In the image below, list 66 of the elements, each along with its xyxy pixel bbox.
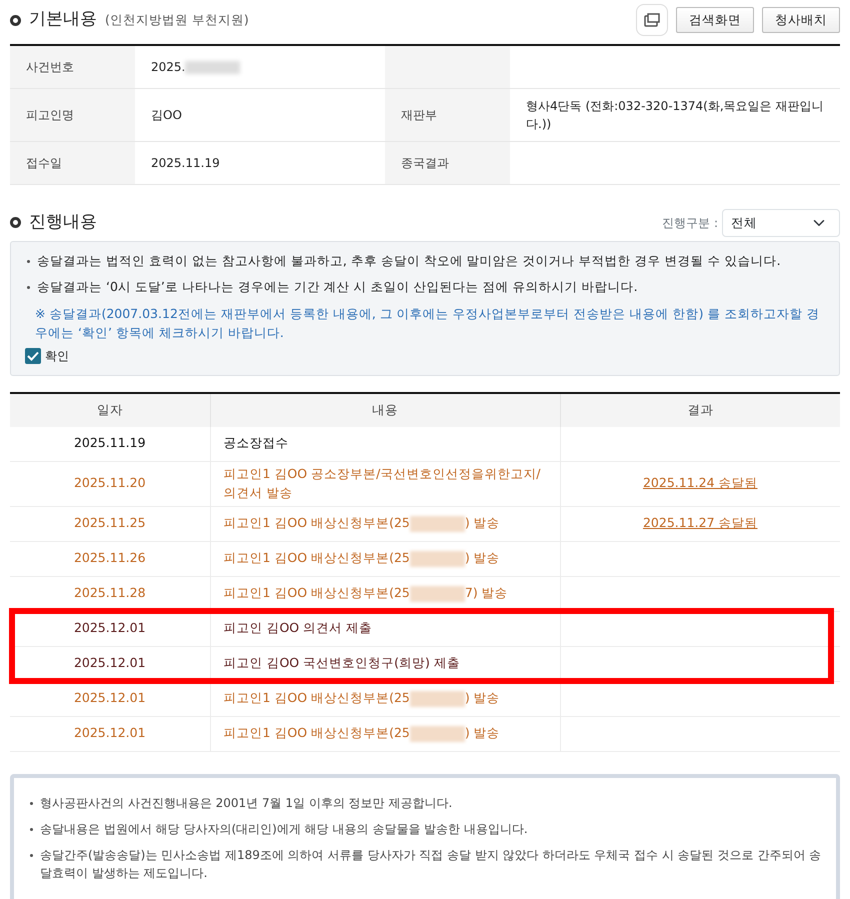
toolbar-button[interactable]: 청사배치 xyxy=(762,6,840,34)
field-label: 재판부 xyxy=(401,108,437,122)
filter-label: 진행구분 : xyxy=(662,214,718,232)
footnote-text: 송달내용은 법원에서 해당 당사자의(대리인)에게 해당 내용의 송달물을 발송한 내용입니다. xyxy=(40,822,528,836)
field-label: 접수일 xyxy=(26,156,62,170)
content-text: ) 발송 xyxy=(464,550,500,566)
content-text: 피고인1 김OO 배상신청부본(25 xyxy=(224,725,410,740)
content-text: ) 발송 xyxy=(464,690,500,706)
bullet-icon xyxy=(30,854,33,857)
checkbox-label: 확인 xyxy=(45,348,69,364)
confirm-checkbox[interactable] xyxy=(25,348,41,364)
notice-text: 송달결과는 ‘0시 도달’로 나타나는 경우에는 기간 계산 시 초일이 산입된다는 점에 유의하시기 바랍니다. xyxy=(37,279,638,294)
column-header: 일자 xyxy=(10,392,210,426)
result-link[interactable]: 2025.11.24 송달됨 xyxy=(642,475,758,490)
notice-text: 송달결과는 법적인 효력이 없는 참고사항에 불과하고, 추후 송달이 착오에 말미암은 것이거나 부적법한 경우 변경될 수 있습니다. xyxy=(37,253,781,268)
bullet-icon xyxy=(30,828,33,831)
date-text: 2025.12.01 xyxy=(74,690,146,706)
redaction xyxy=(410,586,465,602)
content-text: ) 발송 xyxy=(464,725,500,740)
redaction xyxy=(410,550,465,567)
content-text: 피고인1 김OO 공소장부본/국선변호인선정을위한고지/의견서 발송 xyxy=(224,466,541,500)
print-icon xyxy=(644,13,660,27)
footnote-text: 송달간주(발송송달)는 민사소송법 제189조에 의하여 서류를 당사자가 직접 송달 받지 않았다 하더라도 우체국 접수 시 송달된 것으로 간주되어 송달효력이 발생하는 제도입니다. xyxy=(40,848,822,880)
toolbar-button[interactable]: 검색화면 xyxy=(676,6,754,34)
print-button[interactable] xyxy=(636,4,668,36)
bullet-icon xyxy=(27,286,30,290)
date-text: 2025.11.25 xyxy=(74,515,146,530)
column-header: 내용 xyxy=(210,392,560,426)
redaction xyxy=(410,690,465,707)
redaction xyxy=(410,726,465,742)
field-label: 종국결과 xyxy=(401,156,449,170)
field-label: 피고인명 xyxy=(26,108,74,122)
content-text: ) 발송 xyxy=(464,515,500,530)
column-header: 결과 xyxy=(560,392,840,426)
bullet-icon xyxy=(10,14,21,26)
content-text: 피고인1 김OO 배상신청부본(25 xyxy=(224,550,410,566)
date-text: 2025.11.19 xyxy=(74,435,146,450)
date-text: 2025.11.20 xyxy=(74,475,146,490)
footnote-text: 형사공판사건의 사건진행내용은 2001년 7월 1일 이후의 정보만 제공합니다. xyxy=(40,796,452,810)
court-name: (인천지방법원 부천지원) xyxy=(105,10,249,29)
field-value: 형사4단독 (전화:032-320-1374(화,목요일은 재판입니다.)) xyxy=(526,98,824,130)
content-text: 피고인 김OO 국선변호인청구(희망) 제출 xyxy=(224,655,460,670)
section-title: 기본내용 xyxy=(29,8,97,32)
date-text: 2025.12.01 xyxy=(74,655,146,670)
field-label: 사건번호 xyxy=(26,60,74,74)
result-link[interactable]: 2025.11.27 송달됨 xyxy=(642,515,758,530)
content-text: 피고인 김OO 의견서 제출 xyxy=(224,620,372,636)
date-text: 2025.11.28 xyxy=(74,585,146,600)
filter-select[interactable]: 전체 xyxy=(722,208,840,238)
date-text: 2025.12.01 xyxy=(74,725,146,740)
field-value: 김OO xyxy=(151,108,182,122)
info-text: ※ 송달결과(2007.03.12전에는 재판부에서 등록한 내용에, 그 이후에는 우정사업본부로부터 전송받은 내용에 한함) 를 조회하고자할 경우에는 ‘확인’ 항목에 체크하시기 바랍니다. xyxy=(34,304,820,342)
content-text: 피고인1 김OO 배상신청부본(25 xyxy=(224,515,410,530)
field-value: 2025. xyxy=(151,60,186,74)
bullet-icon xyxy=(27,260,30,264)
bullet-icon xyxy=(30,802,33,805)
content-text: 피고인1 김OO 배상신청부본(25 xyxy=(224,690,410,706)
section-title: 진행내용 xyxy=(29,211,97,234)
bullet-icon xyxy=(10,217,21,228)
field-value: 2025.11.19 xyxy=(151,156,220,170)
date-text: 2025.11.26 xyxy=(74,550,146,566)
content-text: 공소장접수 xyxy=(224,435,288,450)
content-text: 피고인1 김OO 배상신청부본(25 xyxy=(224,585,410,600)
redaction xyxy=(410,516,465,532)
date-text: 2025.12.01 xyxy=(74,620,146,636)
content-text: 7) 발송 xyxy=(464,585,508,600)
